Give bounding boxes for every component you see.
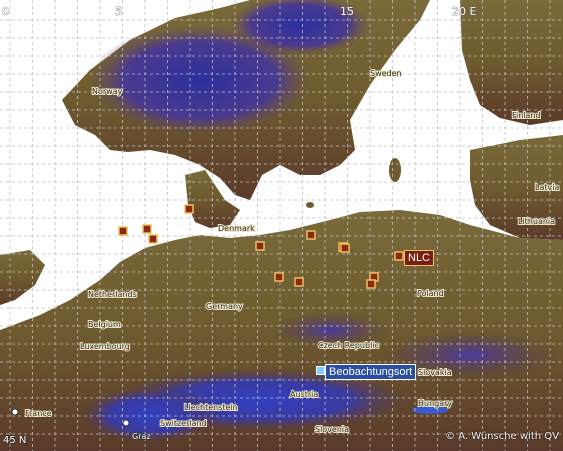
nlc-report-marker[interactable] xyxy=(340,243,350,253)
lon-label-20e: 20 E xyxy=(452,5,476,18)
country-label-austria: Austria xyxy=(290,390,318,399)
country-label-luxembourg: Luxembourg xyxy=(80,342,130,351)
lon-label-15: 15 xyxy=(340,5,354,18)
country-label-norway: Norway xyxy=(92,87,123,96)
city-label-graz: Graz xyxy=(132,432,151,441)
nlc-report-marker[interactable] xyxy=(118,226,128,236)
nlc-report-marker[interactable] xyxy=(306,230,316,240)
country-label-france: France xyxy=(25,409,52,418)
country-label-latvia: Latvia xyxy=(535,183,559,192)
country-label-hungary: Hungary xyxy=(418,399,452,408)
nlc-report-marker[interactable] xyxy=(394,251,404,261)
country-label-liechtenstein: Liechtenstein xyxy=(184,403,238,412)
nlc-report-marker[interactable] xyxy=(255,241,265,251)
country-label-slovenia: Slovenia xyxy=(315,425,349,434)
country-label-finland: Finland xyxy=(512,111,541,120)
nlc-label[interactable]: NLC xyxy=(404,250,435,266)
country-label-sweden: Sweden xyxy=(370,69,402,78)
nlc-report-marker[interactable] xyxy=(142,224,152,234)
lon-label-5: 5 xyxy=(115,5,122,18)
city-dot-graz xyxy=(122,419,130,427)
nlc-report-marker[interactable] xyxy=(184,204,194,214)
observation-site-marker[interactable] xyxy=(316,366,325,375)
country-label-netherlands: Netherlands xyxy=(88,290,137,299)
country-label-denmark: Denmark xyxy=(218,224,255,233)
country-label-slovakia: Slovakia xyxy=(418,368,452,377)
country-label-poland: Poland xyxy=(417,289,444,298)
relief-map: 0 5 15 20 E Norway Sweden Finland Denmar… xyxy=(0,0,563,451)
copyright-text: © A. Wünsche with QV xyxy=(445,431,559,442)
city-dot-paris xyxy=(11,408,19,416)
country-label-switzerland: Switzerland xyxy=(160,419,207,428)
nlc-report-marker[interactable] xyxy=(366,279,376,289)
bornholm-island xyxy=(306,202,314,208)
country-label-czech-republic: Czech Republic xyxy=(318,341,379,350)
country-label-belgium: Belgium xyxy=(88,320,121,329)
nlc-report-marker[interactable] xyxy=(148,234,158,244)
nlc-report-marker[interactable] xyxy=(274,272,284,282)
gotland-island xyxy=(389,158,401,182)
lon-label-0: 0 xyxy=(2,5,9,18)
lat-label-45n: 45 N xyxy=(3,435,27,446)
nlc-report-marker[interactable] xyxy=(294,277,304,287)
observation-site-label[interactable]: Beobachtungsort xyxy=(325,364,417,380)
country-label-lithuania: Lithuania xyxy=(518,217,555,226)
country-label-germany: Germany xyxy=(206,302,243,311)
